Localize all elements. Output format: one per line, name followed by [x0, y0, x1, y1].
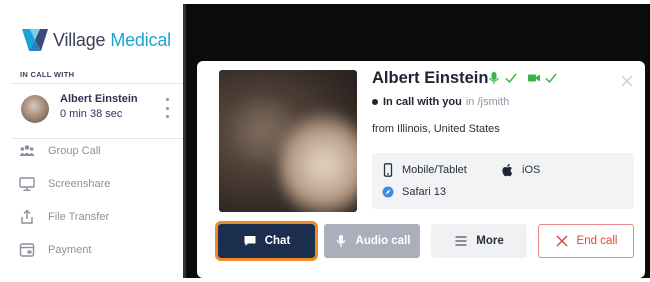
more-button-label: More: [476, 235, 504, 247]
sidebar: Village Medical IN CALL WITH Albert Eins…: [6, 4, 186, 282]
media-status: [487, 71, 558, 85]
sidebar-item-screenshare[interactable]: Screenshare: [18, 173, 110, 195]
check-icon: [545, 73, 557, 84]
mobile-icon: [383, 163, 393, 177]
sidebar-item-label: Group Call: [48, 145, 101, 157]
end-call-button-label: End call: [576, 235, 618, 247]
audio-call-button-label: Audio call: [355, 235, 411, 247]
sidebar-item-file-transfer[interactable]: File Transfer: [18, 206, 109, 228]
call-duration: 0 min 38 sec: [60, 108, 123, 120]
close-icon: [556, 235, 568, 247]
group-icon: [18, 143, 36, 159]
end-call-button[interactable]: End call: [538, 224, 634, 258]
chat-button-label: Chat: [264, 235, 291, 247]
status-user: in /jsmith: [465, 96, 510, 108]
upload-icon: [18, 209, 36, 225]
chat-button[interactable]: Chat: [215, 221, 318, 261]
close-icon[interactable]: [621, 75, 633, 87]
more-options-icon[interactable]: [162, 98, 172, 118]
device-info: Mobile/Tablet iOS Safari 13: [372, 153, 634, 209]
sidebar-item-group-call[interactable]: Group Call: [18, 140, 101, 162]
safari-icon: [382, 186, 394, 198]
status-text: In call with you: [383, 96, 462, 108]
participant-location: from Illinois, United States: [372, 123, 500, 135]
participant-video: [219, 70, 357, 212]
divider: [12, 138, 184, 139]
apple-icon: [502, 164, 513, 177]
check-icon: [505, 73, 517, 84]
more-button[interactable]: More: [431, 224, 527, 258]
audio-call-button[interactable]: Audio call: [324, 224, 420, 258]
sidebar-item-label: File Transfer: [48, 211, 110, 223]
avatar: [21, 95, 49, 123]
sidebar-item-payment[interactable]: Payment: [18, 239, 91, 261]
participant-item[interactable]: Albert Einstein 0 min 38 sec: [16, 88, 184, 136]
village-medical-logo-icon: [22, 29, 48, 51]
chat-icon: [244, 236, 256, 246]
brand-name-part1: Village: [53, 29, 106, 50]
camera-on-icon: [528, 74, 540, 82]
device-browser-label: Safari 13: [402, 186, 447, 198]
card-participant-name: Albert Einstein: [372, 69, 489, 87]
call-status: In call with you in /jsmith: [372, 96, 509, 108]
device-type-label: Mobile/Tablet: [402, 164, 467, 176]
in-call-label: IN CALL WITH: [20, 70, 75, 79]
status-dot: [372, 99, 378, 105]
participant-card: Albert Einstein In call with you in /jsm…: [197, 61, 645, 278]
microphone-on-icon: [489, 72, 499, 84]
sidebar-item-label: Screenshare: [48, 178, 111, 190]
brand-name-part2: Medical: [110, 29, 171, 50]
device-type: Mobile/Tablet: [382, 163, 467, 177]
menu-icon: [455, 236, 467, 246]
device-os: iOS: [502, 163, 540, 177]
participant-name: Albert Einstein: [60, 93, 138, 105]
payment-icon: [18, 242, 36, 258]
device-browser: Safari 13: [382, 185, 446, 199]
brand-logo: Village Medical: [20, 24, 171, 56]
sidebar-item-label: Payment: [48, 244, 92, 256]
microphone-icon: [336, 235, 346, 247]
monitor-icon: [18, 176, 36, 192]
device-os-label: iOS: [522, 164, 541, 176]
divider: [12, 83, 184, 84]
